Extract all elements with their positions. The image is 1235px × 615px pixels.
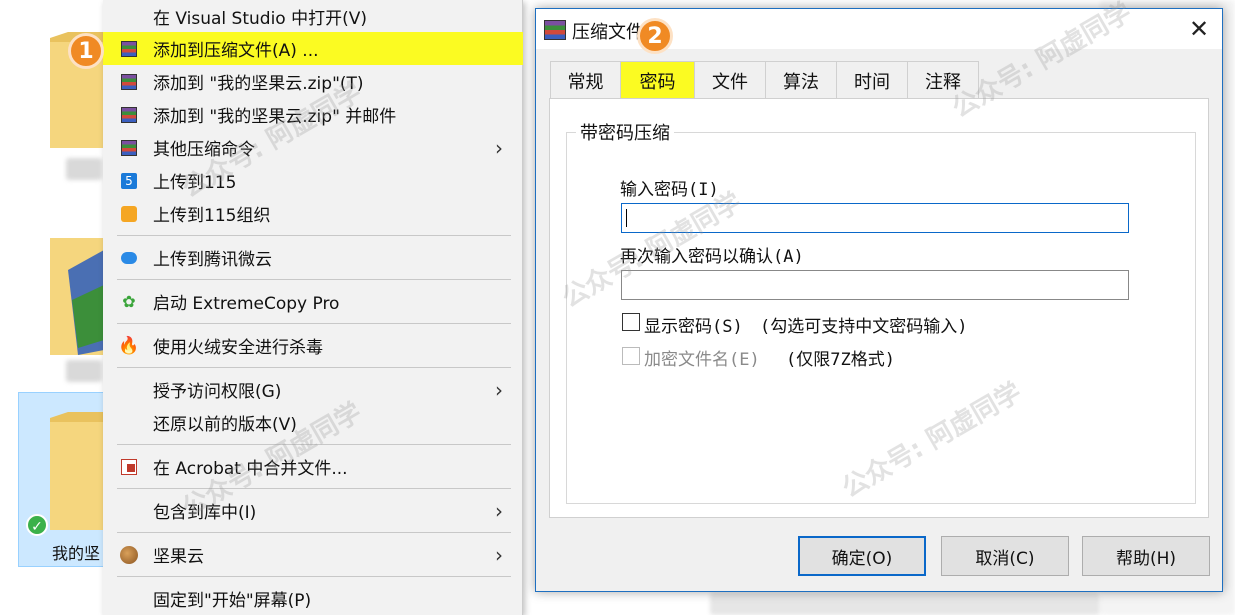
password-tab-panel: 带密码压缩 输入密码(I) 再次输入密码以确认(A) 显示密码(S) (勾选可支… [549, 98, 1209, 518]
confirm-password-label: 再次输入密码以确认(A) [620, 247, 804, 267]
menu-item-jianguoyun[interactable]: 坚果云 › [103, 538, 523, 571]
show-password-label: 显示密码(S) [644, 317, 743, 337]
chevron-right-icon: › [495, 542, 503, 567]
chevron-right-icon: › [495, 498, 503, 523]
menu-separator [117, 444, 511, 445]
dialog-title: 压缩文件 [572, 22, 644, 43]
menu-separator [117, 323, 511, 324]
folder-icon[interactable] [48, 230, 104, 355]
menu-item-extremecopy[interactable]: ✿ 启动 ExtremeCopy Pro [103, 285, 523, 318]
close-icon[interactable]: ✕ [1176, 11, 1222, 47]
context-menu: 在 Visual Studio 中打开(V) 添加到压缩文件(A) ... 添加… [103, 0, 523, 615]
winrar-icon [120, 139, 138, 157]
tab-files[interactable]: 文件 [694, 61, 766, 99]
folder-name: 我的坚 [52, 544, 101, 563]
confirm-password-input[interactable] [621, 270, 1129, 300]
winrar-icon [120, 73, 138, 91]
chevron-right-icon: › [495, 377, 503, 402]
menu-item-include-in-library[interactable]: 包含到库中(I) › [103, 494, 523, 527]
tab-comment[interactable]: 注释 [907, 61, 979, 99]
encrypt-filenames-hint: (仅限7Z格式) [786, 350, 895, 370]
show-password-hint: (勾选可支持中文密码输入) [760, 317, 968, 337]
huorong-icon: 🔥 [118, 335, 140, 356]
step-badge-1: 1 [68, 33, 104, 69]
menu-item-upload-115[interactable]: 5 上传到115 [103, 164, 523, 197]
winrar-icon [120, 40, 138, 58]
menu-item-add-to-archive[interactable]: 添加到压缩文件(A) ... [103, 32, 523, 65]
sync-check-icon: ✓ [26, 514, 48, 536]
acrobat-icon [120, 458, 138, 476]
show-password-checkbox[interactable] [622, 313, 640, 331]
folder-label-blurred [66, 158, 102, 180]
extremecopy-icon: ✿ [122, 292, 136, 311]
menu-item-huorong-scan[interactable]: 🔥 使用火绒安全进行杀毒 [103, 329, 523, 362]
cancel-button[interactable]: 取消(C) [941, 536, 1069, 576]
menu-separator [117, 532, 511, 533]
tab-algorithm[interactable]: 算法 [765, 61, 837, 99]
115-icon: 5 [120, 172, 138, 190]
password-label: 输入密码(I) [620, 180, 719, 200]
step-badge-2: 2 [637, 18, 673, 54]
compress-dialog: 压缩文件 ✕ 常规 密码 文件 算法 时间 注释 带密码压缩 输入密码(I) 再… [535, 8, 1223, 592]
tab-time[interactable]: 时间 [836, 61, 908, 99]
tab-password[interactable]: 密码 [620, 61, 695, 99]
text-caret [626, 209, 627, 227]
menu-separator [117, 488, 511, 489]
tab-general[interactable]: 常规 [550, 61, 621, 99]
winrar-icon [544, 20, 566, 40]
menu-item-open-in-visual-studio[interactable]: 在 Visual Studio 中打开(V) [103, 0, 523, 33]
ok-button[interactable]: 确定(O) [798, 536, 926, 576]
folder-icon [48, 410, 104, 530]
menu-item-restore-versions[interactable]: 还原以前的版本(V) [103, 406, 523, 439]
chevron-right-icon: › [495, 135, 503, 160]
password-input[interactable] [621, 203, 1129, 233]
menu-separator [117, 279, 511, 280]
menu-item-grant-access[interactable]: 授予访问权限(G) › [103, 373, 523, 406]
menu-item-acrobat-merge[interactable]: 在 Acrobat 中合并文件... [103, 450, 523, 483]
menu-item-add-to-zip-and-email[interactable]: 添加到 "我的坚果云.zip" 并邮件 [103, 98, 523, 131]
winrar-icon [120, 106, 138, 124]
menu-separator [117, 235, 511, 236]
menu-item-add-to-zip[interactable]: 添加到 "我的坚果云.zip"(T) [103, 65, 523, 98]
115-org-icon [120, 205, 138, 223]
encrypt-filenames-label: 加密文件名(E) [644, 350, 760, 370]
jianguoyun-icon [120, 545, 138, 564]
menu-item-upload-115-org[interactable]: 上传到115组织 [103, 197, 523, 230]
menu-separator [117, 576, 511, 577]
help-button[interactable]: 帮助(H) [1082, 536, 1210, 576]
folder-label-blurred [66, 360, 102, 382]
background-blur [710, 592, 1100, 615]
group-title: 带密码压缩 [576, 119, 674, 145]
menu-item-upload-weiyun[interactable]: 上传到腾讯微云 [103, 241, 523, 274]
menu-item-pin-to-start[interactable]: 固定到"开始"屏幕(P) [103, 582, 523, 615]
encrypt-filenames-checkbox[interactable] [622, 347, 640, 365]
menu-separator [117, 367, 511, 368]
weiyun-icon [120, 249, 138, 267]
menu-item-other-compress[interactable]: 其他压缩命令 › [103, 131, 523, 164]
